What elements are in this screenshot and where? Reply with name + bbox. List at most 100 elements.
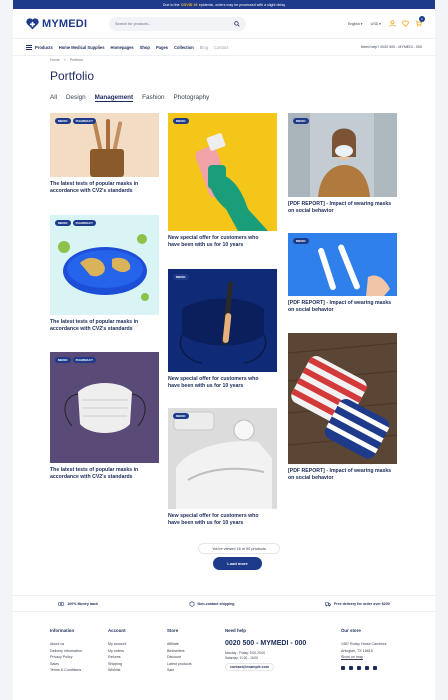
- youtube-icon[interactable]: [357, 665, 361, 670]
- search-icon[interactable]: [234, 20, 240, 27]
- striped-mask-image: [288, 333, 397, 464]
- footer-hours-saturday: Saturday: 11:00 - 15:00: [225, 655, 259, 660]
- footer-link-my-account[interactable]: My account: [108, 641, 126, 647]
- nav-item-pages[interactable]: Pages: [156, 45, 168, 50]
- announcement-text: Due to the: [162, 2, 180, 7]
- currency-select[interactable]: USD ▾: [371, 22, 381, 26]
- filter-design[interactable]: Design: [66, 94, 86, 102]
- language-select[interactable]: English ▾: [348, 22, 363, 26]
- card-title[interactable]: New special offer for customers who have…: [168, 376, 268, 390]
- tag-medic[interactable]: MEDIC: [55, 357, 71, 364]
- card-tags: MEDIC PHARMACY: [55, 357, 97, 364]
- footer-link-terms[interactable]: Terms & Conditions: [50, 667, 82, 673]
- card-title[interactable]: The latest tests of popular masks in acc…: [50, 467, 150, 481]
- portfolio-card[interactable]: MEDIC New special offer for customers wh…: [168, 408, 277, 527]
- footer: Information About us Delivery informatio…: [13, 628, 435, 700]
- footer-need-help: Need help 0020 500 - MYMEDI - 000 Monday…: [225, 628, 335, 672]
- card-title[interactable]: [PDF REPORT] - Impact of wearing masks o…: [288, 468, 393, 482]
- footer-email[interactable]: contact@example.com: [225, 662, 275, 672]
- social-links: [341, 665, 421, 670]
- search-input[interactable]: Search for products...: [109, 16, 246, 31]
- portfolio-card[interactable]: MEDIC PHARMACY The latest tests of popul…: [50, 215, 159, 333]
- page: Due to the COVID 19 epidemic, orders may…: [13, 0, 435, 700]
- nav-item-collection[interactable]: Collection: [174, 45, 194, 50]
- tag-medic[interactable]: MEDIC: [173, 413, 189, 420]
- card-title[interactable]: The latest tests of popular masks in acc…: [50, 319, 150, 333]
- nav-products-label: Products: [35, 44, 53, 50]
- cart-button[interactable]: 0: [415, 15, 425, 28]
- tag-medic[interactable]: MEDIC: [173, 118, 189, 125]
- portfolio-card[interactable]: MEDIC [PDF REPORT] - Impact of wearing m…: [288, 233, 397, 314]
- portfolio-card[interactable]: [PDF REPORT] - Impact of wearing masks o…: [288, 333, 397, 482]
- electric-toothbrush-navy-image: [168, 269, 277, 372]
- tag-medic[interactable]: MEDIC: [293, 118, 309, 125]
- card-tags: MEDIC: [293, 238, 309, 245]
- show-on-map-link[interactable]: Show on map: [341, 654, 421, 660]
- heart-logo-icon: [26, 17, 39, 29]
- linkedin-icon[interactable]: [373, 665, 377, 670]
- globe-mask-image: [50, 215, 159, 315]
- filter-management[interactable]: Management: [94, 94, 134, 102]
- nav-item-shop[interactable]: Shop: [140, 45, 150, 50]
- logo[interactable]: MYMEDI: [26, 18, 109, 30]
- user-icon[interactable]: [389, 20, 396, 27]
- card-image[interactable]: MEDIC: [168, 113, 277, 231]
- nav-products[interactable]: Products: [26, 44, 53, 50]
- card-image[interactable]: MEDIC PHARMACY: [50, 113, 159, 177]
- benefit-label: Free delivery for order over $200: [333, 601, 390, 606]
- nav-item-contact[interactable]: Contact: [214, 45, 228, 50]
- footer-heading: Store: [167, 628, 179, 633]
- card-title[interactable]: The latest tests of popular masks in acc…: [50, 181, 150, 195]
- pinterest-icon[interactable]: [365, 665, 369, 670]
- logo-text: MYMEDI: [42, 17, 88, 30]
- box-icon: [189, 600, 194, 607]
- load-more-button[interactable]: Load more: [213, 557, 262, 570]
- breadcrumb-home[interactable]: Home: [50, 58, 60, 62]
- footer-link-wishlist[interactable]: Wishlist: [108, 667, 126, 673]
- card-image[interactable]: MEDIC PHARMACY: [50, 215, 159, 315]
- card-image[interactable]: MEDIC: [288, 233, 397, 296]
- footer-heading: Account: [108, 628, 126, 633]
- card-image[interactable]: [288, 333, 397, 464]
- nav-item-homepages[interactable]: Homepages: [110, 45, 133, 50]
- tag-pharmacy[interactable]: PHARMACY: [72, 220, 97, 227]
- currency-label: USD: [370, 21, 379, 26]
- filter-all[interactable]: All: [50, 94, 57, 102]
- header: MYMEDI Search for products... English ▾ …: [13, 9, 435, 39]
- instagram-icon[interactable]: [349, 665, 353, 670]
- tag-medic[interactable]: MEDIC: [173, 274, 189, 281]
- portfolio-card[interactable]: MEDIC PHARMACY The latest tests of popul…: [50, 352, 159, 481]
- heart-icon[interactable]: [402, 20, 409, 27]
- benefits-bar: 100% Money back Non-contact shipping Fre…: [13, 595, 435, 612]
- dental-chair-image: [168, 408, 277, 509]
- truck-icon: [325, 602, 331, 606]
- tag-pharmacy[interactable]: PHARMACY: [72, 357, 97, 364]
- card-title[interactable]: [PDF REPORT] - Impact of wearing masks o…: [288, 201, 393, 215]
- footer-link-sale[interactable]: Sale: [167, 667, 192, 673]
- card-image[interactable]: MEDIC: [168, 408, 277, 509]
- card-image[interactable]: MEDIC: [288, 113, 397, 197]
- nav-item-blog[interactable]: Blog: [200, 45, 208, 50]
- nav-item-home-medical-supplies[interactable]: Home Medical Supplies: [59, 45, 105, 50]
- footer-phone[interactable]: 0020 500 - MYMEDI - 000: [225, 640, 335, 647]
- portfolio-card[interactable]: MEDIC [PDF REPORT] - Impact of wearing m…: [288, 113, 397, 215]
- card-title[interactable]: New special offer for customers who have…: [168, 513, 268, 527]
- card-title[interactable]: New special offer for customers who have…: [168, 235, 268, 249]
- tag-medic[interactable]: MEDIC: [55, 118, 71, 125]
- tag-medic[interactable]: MEDIC: [55, 220, 71, 227]
- tag-medic[interactable]: MEDIC: [293, 238, 309, 245]
- tag-pharmacy[interactable]: PHARMACY: [72, 118, 97, 125]
- portfolio-card[interactable]: MEDIC New special offer for customers wh…: [168, 113, 277, 249]
- card-tags: MEDIC: [173, 274, 189, 281]
- breadcrumb-current: Portfolio: [69, 58, 83, 62]
- footer-our-store: Our store 1487 Rocky Horse Carrefour Arl…: [341, 628, 421, 670]
- money-back-icon: [58, 601, 64, 606]
- filter-photography[interactable]: Photography: [174, 94, 210, 102]
- facebook-icon[interactable]: [341, 665, 345, 670]
- card-image[interactable]: MEDIC PHARMACY: [50, 352, 159, 463]
- portfolio-card[interactable]: MEDIC New special offer for customers wh…: [168, 269, 277, 390]
- filter-fashion[interactable]: Fashion: [142, 94, 164, 102]
- card-title[interactable]: [PDF REPORT] - Impact of wearing masks o…: [288, 300, 393, 314]
- portfolio-card[interactable]: MEDIC PHARMACY The latest tests of popul…: [50, 113, 159, 195]
- card-image[interactable]: MEDIC: [168, 269, 277, 372]
